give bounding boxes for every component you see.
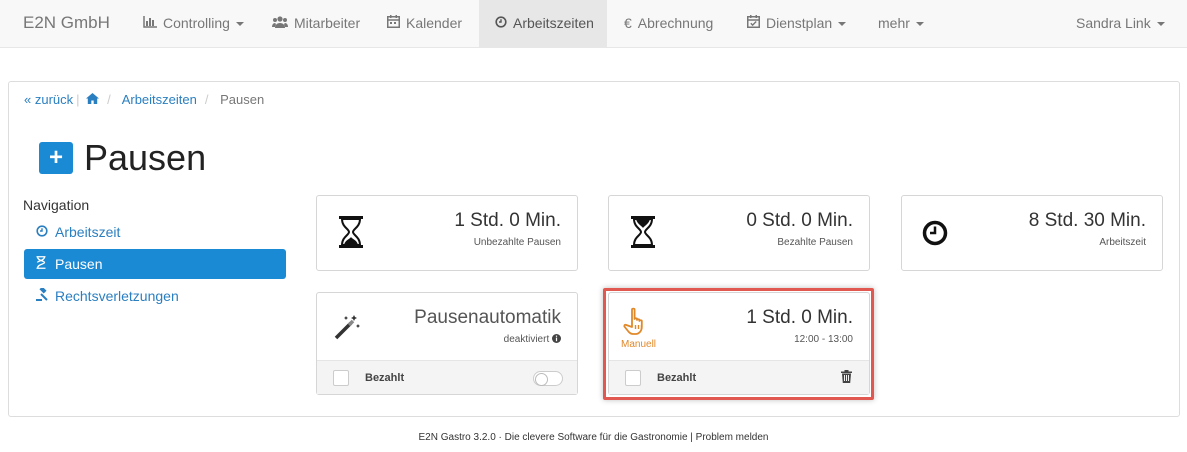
home-icon — [86, 92, 100, 107]
breadcrumb-separator: / — [107, 92, 111, 107]
pausenautomatik-status: deaktiviert — [503, 334, 550, 345]
stat-card-arbeitszeit: 8 Std. 30 Min. Arbeitszeit — [901, 195, 1163, 271]
stat-value: 0 Std. 0 Min. — [746, 210, 853, 231]
brand-name[interactable]: E2N GmbH — [23, 13, 110, 33]
bezahlt-label: Bezahlt — [365, 372, 405, 384]
gavel-icon — [36, 286, 50, 304]
bar-chart-icon — [143, 1, 157, 47]
nav-dienstplan[interactable]: Dienstplan — [735, 0, 858, 47]
nav-controlling[interactable]: Controlling — [131, 0, 256, 47]
clock-icon — [36, 224, 50, 240]
home-link[interactable] — [86, 92, 100, 107]
plus-icon: + — [48, 144, 63, 171]
sidebar-item-pausen[interactable]: Pausen — [24, 249, 286, 279]
back-link[interactable]: « zurück — [24, 92, 73, 107]
stat-value: 1 Std. 0 Min. — [454, 210, 561, 231]
page-footer: E2N Gastro 3.2.0 · Die clevere Software … — [418, 432, 769, 443]
chevron-down-icon — [235, 22, 244, 27]
nav-controlling-label: Controlling — [163, 15, 230, 31]
sidebar-item-label: Rechtsverletzungen — [55, 288, 179, 304]
stat-label: Unbezahlte Pausen — [473, 237, 561, 248]
pausenautomatik-footer: Bezahlt — [317, 360, 577, 394]
info-icon[interactable] — [552, 334, 561, 345]
chevron-down-icon — [838, 22, 847, 27]
sidebar-item-label: Pausen — [55, 256, 103, 272]
magic-wand-icon — [333, 313, 361, 349]
nav-arbeitszeiten[interactable]: Arbeitszeiten — [479, 0, 607, 47]
user-name: Sandra Link — [1076, 15, 1151, 31]
clock-icon — [495, 1, 507, 47]
nav-mehr-label: mehr — [878, 15, 910, 31]
user-menu[interactable]: Sandra Link — [1064, 0, 1177, 47]
stat-card-bezahlte-pausen: 0 Std. 0 Min. Bezahlte Pausen — [608, 195, 870, 271]
euro-icon: € — [624, 15, 632, 31]
nav-mitarbeiter[interactable]: Mitarbeiter — [260, 0, 372, 47]
top-navbar: E2N GmbH Controlling Mitarbeiter Kalende… — [0, 0, 1187, 48]
chevron-down-icon — [1156, 22, 1165, 27]
stat-value: 8 Std. 30 Min. — [1028, 210, 1146, 231]
users-icon — [272, 1, 288, 47]
nav-arbeitszeiten-label: Arbeitszeiten — [513, 15, 594, 31]
sidebar-heading: Navigation — [23, 197, 90, 213]
breadcrumb-current: Pausen — [220, 92, 265, 107]
calendar-icon — [387, 1, 400, 47]
stat-label: Bezahlte Pausen — [777, 237, 853, 248]
back-link-label: zurück — [34, 92, 74, 107]
hourglass-icon — [339, 216, 367, 252]
pausenautomatik-status-row: deaktiviert — [504, 334, 561, 345]
page-title: Pausen — [84, 137, 207, 178]
clock-icon — [922, 220, 950, 256]
nav-kalender-label: Kalender — [406, 15, 463, 31]
nav-abrechnung[interactable]: € Abrechnung — [612, 0, 725, 47]
sidebar-item-arbeitszeit[interactable]: Arbeitszeit — [36, 224, 120, 240]
pausenautomatik-title: Pausenautomatik — [414, 307, 561, 328]
calendar-check-icon — [747, 1, 760, 47]
sidebar-item-rechtsverletzungen[interactable]: Rechtsverletzungen — [36, 286, 179, 304]
chevron-down-icon — [915, 22, 924, 27]
nav-abrechnung-label: Abrechnung — [637, 15, 714, 31]
stat-card-unbezahlte-pausen: 1 Std. 0 Min. Unbezahlte Pausen — [316, 195, 578, 271]
stat-label: Arbeitszeit — [1099, 237, 1146, 248]
add-button[interactable]: + — [39, 142, 73, 174]
breadcrumb-separator: / — [204, 92, 209, 107]
breadcrumb-arbeitszeiten[interactable]: Arbeitszeiten — [122, 92, 197, 107]
divider: | — [76, 92, 80, 107]
sidebar-item-label: Arbeitszeit — [55, 224, 121, 240]
bezahlt-checkbox[interactable] — [333, 370, 349, 386]
highlight-frame — [603, 288, 874, 400]
breadcrumb: « zurück | / Arbeitszeiten / Pausen — [24, 92, 264, 107]
hourglass-icon — [631, 216, 659, 252]
nav-mehr[interactable]: mehr — [866, 0, 936, 47]
nav-mitarbeiter-label: Mitarbeiter — [294, 15, 361, 31]
hourglass-icon — [36, 249, 50, 279]
nav-dienstplan-label: Dienstplan — [766, 15, 833, 31]
pausenautomatik-toggle[interactable] — [533, 371, 563, 386]
nav-kalender[interactable]: Kalender — [375, 0, 474, 47]
pausenautomatik-card: Pausenautomatik deaktiviert Bezahlt — [316, 292, 578, 395]
